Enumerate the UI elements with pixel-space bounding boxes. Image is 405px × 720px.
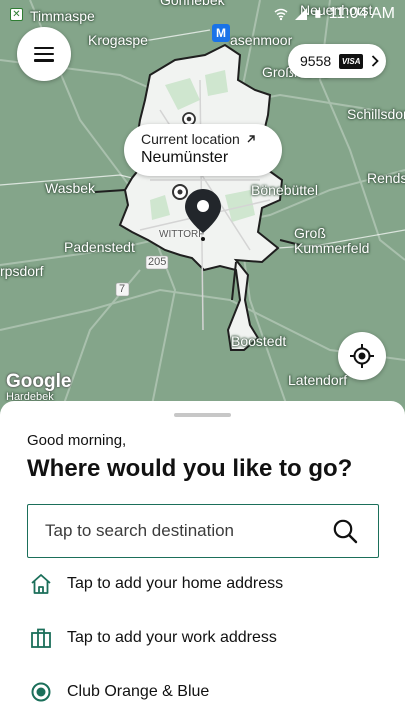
chevron-right-icon bbox=[372, 55, 379, 67]
current-location-city: Neumünster bbox=[141, 149, 229, 166]
card-last-digits: 9558 bbox=[300, 53, 332, 69]
home-address-label: Tap to add your home address bbox=[67, 575, 284, 592]
wifi-icon bbox=[274, 8, 288, 21]
menu-button[interactable] bbox=[17, 27, 71, 81]
work-address-label: Tap to add your work address bbox=[67, 629, 277, 646]
map-label-padenstedt: Padenstedt bbox=[64, 239, 135, 255]
location-dot bbox=[201, 237, 205, 241]
status-time: 11:04 AM bbox=[328, 5, 395, 22]
home-icon bbox=[31, 574, 51, 594]
crosshair-icon bbox=[350, 344, 374, 368]
menu-icon bbox=[34, 46, 54, 62]
location-pin-icon bbox=[185, 189, 221, 233]
club-orange-blue-row[interactable]: Club Orange & Blue bbox=[30, 681, 209, 703]
destination-search-field[interactable]: Tap to search destination bbox=[27, 504, 379, 558]
add-work-address-row[interactable]: Tap to add your work address bbox=[30, 627, 277, 649]
signal-icon bbox=[294, 8, 307, 20]
map-label-schillsdorf: Schillsdorf bbox=[347, 106, 405, 122]
search-placeholder: Tap to search destination bbox=[45, 521, 235, 540]
arrow-northeast-icon bbox=[247, 135, 255, 143]
road-number-205: 205 bbox=[148, 256, 167, 268]
map-label-boostedt: Boostedt bbox=[231, 333, 287, 349]
google-logo: Google bbox=[6, 371, 72, 392]
map-label-gross-kummerfeld: Groß Kummerfeld bbox=[294, 225, 370, 256]
bottom-sheet: Good morning, Where would you like to go… bbox=[0, 401, 405, 720]
map-label-latendorf: Latendorf bbox=[288, 372, 348, 388]
current-location-bubble[interactable]: Current location Neumünster bbox=[124, 124, 282, 176]
briefcase-icon bbox=[31, 628, 51, 648]
club-label: Club Orange & Blue bbox=[67, 683, 210, 700]
search-icon bbox=[333, 519, 358, 544]
current-location-title: Current location bbox=[141, 131, 240, 147]
sheet-drag-handle[interactable] bbox=[174, 413, 231, 417]
add-home-address-row[interactable]: Tap to add your home address bbox=[30, 573, 283, 595]
headline: Where would you like to go? bbox=[27, 455, 353, 482]
x-icon: ✕ bbox=[10, 8, 23, 21]
greeting-text: Good morning, bbox=[27, 432, 127, 449]
club-icon bbox=[31, 682, 51, 702]
map-label-wasbek: Wasbek bbox=[45, 180, 96, 196]
payment-method-button[interactable]: 9558 VISA bbox=[288, 44, 386, 78]
visa-card-icon: VISA bbox=[339, 53, 364, 69]
map-label-krogaspe: Krogaspe bbox=[88, 32, 148, 48]
recenter-button[interactable] bbox=[338, 332, 386, 380]
map-label-asenmoor: asenmoor bbox=[230, 32, 293, 48]
road-number-7: 7 bbox=[119, 283, 126, 295]
map-label-rendswuhren: Rendswühren bbox=[367, 170, 405, 186]
map-label-rpsdorf: rpsdorf bbox=[0, 263, 44, 279]
battery-icon bbox=[314, 10, 321, 18]
map-label-bonebuttel: Bönebüttel bbox=[251, 182, 318, 198]
status-bar: ✕ 11:04 AM bbox=[0, 0, 405, 30]
